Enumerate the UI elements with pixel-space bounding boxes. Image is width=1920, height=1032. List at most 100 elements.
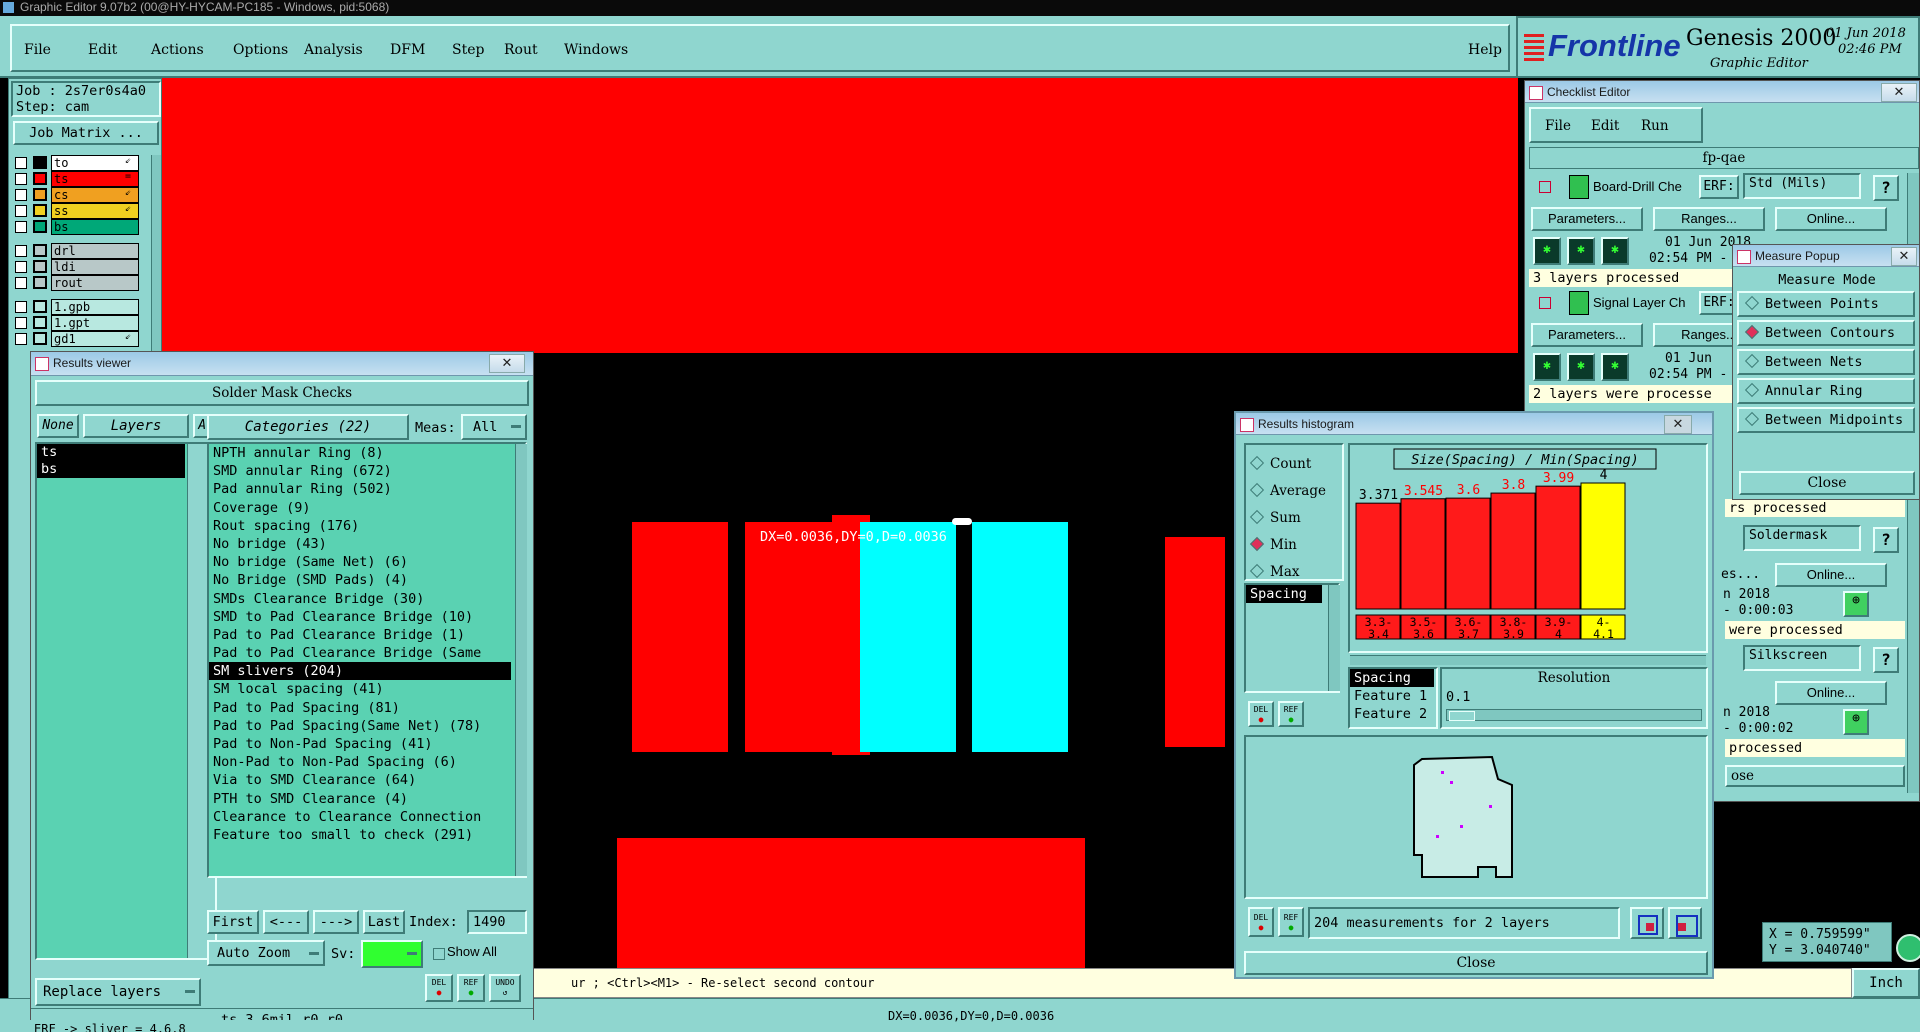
layer-row[interactable]: ss ⇙ xyxy=(13,203,149,219)
list-item[interactable]: bs xyxy=(37,461,185,478)
list-item[interactable]: Pad to Pad Spacing (81) xyxy=(209,699,511,717)
del-icon[interactable]: DEL ● xyxy=(425,974,453,1002)
layer-color-swatch[interactable] xyxy=(33,244,47,257)
help-icon[interactable]: ? xyxy=(1873,527,1899,553)
layer-row[interactable]: 1.gpt xyxy=(13,315,149,331)
field-list-scrollbar[interactable] xyxy=(1328,585,1340,691)
check-name[interactable]: Board-Drill Che xyxy=(1593,179,1682,194)
ranges-button[interactable]: Ranges... xyxy=(1653,207,1765,231)
categories-list[interactable]: NPTH annular Ring (8) SMD annular Ring (6… xyxy=(207,442,527,878)
run-step-icon[interactable]: ✱ xyxy=(1567,237,1595,265)
layer-row[interactable]: cs ⇙ xyxy=(13,187,149,203)
zoom-window-icon[interactable] xyxy=(1630,907,1664,939)
menu-rout[interactable]: Rout xyxy=(504,42,538,58)
stat-option[interactable]: Count xyxy=(1249,451,1342,478)
histogram-field-list[interactable]: Spacing xyxy=(1244,583,1340,693)
list-item[interactable]: SMD to Pad Clearance Bridge (10) xyxy=(209,608,511,626)
stat-option[interactable]: Min xyxy=(1249,532,1342,559)
erf-selector[interactable]: Silkscreen xyxy=(1743,645,1861,671)
measure-mode-option[interactable]: Between Nets xyxy=(1737,349,1915,375)
layer-checkbox[interactable] xyxy=(15,245,27,257)
layer-color-swatch[interactable] xyxy=(33,300,47,313)
measure-mode-option[interactable]: Between Points xyxy=(1737,291,1915,317)
erf-button[interactable]: ERF: xyxy=(1699,175,1739,199)
list-item[interactable]: Pad to Pad Clearance Bridge (1) xyxy=(209,626,511,644)
histogram-bar[interactable] xyxy=(1580,482,1626,610)
measure-mode-option[interactable]: Between Contours xyxy=(1737,320,1915,346)
menu-windows[interactable]: Windows xyxy=(564,42,628,58)
checklist-menu-file[interactable]: File xyxy=(1545,118,1571,134)
list-item[interactable]: SM local spacing (41) xyxy=(209,680,511,698)
auto-zoom-selector[interactable]: Auto Zoom xyxy=(207,940,325,966)
measure-close-button[interactable]: Close xyxy=(1739,471,1915,495)
sv-color-selector[interactable] xyxy=(361,940,423,968)
list-item[interactable]: PTH to SMD Clearance (4) xyxy=(209,790,511,808)
help-icon[interactable]: ? xyxy=(1873,175,1899,201)
histogram-bar[interactable] xyxy=(1445,497,1491,610)
layer-checkbox[interactable] xyxy=(15,301,27,313)
layer-checkbox[interactable] xyxy=(15,317,27,329)
layer-color-swatch[interactable] xyxy=(33,332,47,345)
feature-list[interactable]: Spacing Feature 1 Feature 2 xyxy=(1348,667,1438,729)
ref-icon[interactable]: REF ● xyxy=(457,974,485,1002)
list-item[interactable]: Coverage (9) xyxy=(209,499,511,517)
none-button[interactable]: None xyxy=(37,414,79,438)
list-item[interactable]: Pad annular Ring (502) xyxy=(209,480,511,498)
stat-option[interactable]: Average xyxy=(1249,478,1342,505)
layer-row[interactable]: gd1 ⇙ xyxy=(13,331,149,347)
online-button[interactable]: Online... xyxy=(1775,681,1887,705)
layer-color-swatch[interactable] xyxy=(33,204,47,217)
layer-row[interactable]: drl xyxy=(13,243,149,259)
list-item[interactable]: Feature 1 xyxy=(1350,687,1436,705)
close-icon[interactable]: ✕ xyxy=(1664,415,1692,434)
measure-mode-option[interactable]: Annular Ring xyxy=(1737,378,1915,404)
zoom-check-icon[interactable]: ⊕ xyxy=(1843,709,1869,735)
layer-color-swatch[interactable] xyxy=(33,316,47,329)
histogram-bar[interactable] xyxy=(1355,502,1401,610)
list-item[interactable]: Feature too small to check (291) xyxy=(209,826,511,844)
layer-row[interactable]: 1.gpb xyxy=(13,299,149,315)
layers-button[interactable]: Layers xyxy=(83,414,189,438)
menu-file[interactable]: File xyxy=(24,42,51,58)
menu-actions[interactable]: Actions xyxy=(151,42,204,58)
undo-icon[interactable]: UNDO ↺ xyxy=(489,974,521,1002)
stat-option[interactable]: Sum xyxy=(1249,505,1342,532)
list-item[interactable]: SM slivers (204) xyxy=(209,662,511,681)
list-item[interactable]: Spacing xyxy=(1350,669,1434,687)
run-icon[interactable]: ✱ xyxy=(1533,237,1561,265)
chart-hscrollbar[interactable] xyxy=(1350,655,1706,665)
layer-name[interactable]: rout xyxy=(51,275,139,291)
layer-name[interactable]: 1.gpb xyxy=(51,299,139,315)
preview-del-icon[interactable]: DEL ● xyxy=(1248,907,1274,937)
stat-option[interactable]: Max xyxy=(1249,559,1342,586)
measure-mode-option[interactable]: Between Midpoints xyxy=(1737,407,1915,433)
layer-name[interactable]: bs xyxy=(51,219,139,235)
menu-edit[interactable]: Edit xyxy=(88,42,117,58)
list-item[interactable]: Pad to Pad Spacing(Same Net) (78) xyxy=(209,717,511,735)
menu-step[interactable]: Step xyxy=(452,42,484,58)
hist-del-icon[interactable]: DEL ● xyxy=(1248,701,1274,727)
list-item[interactable]: No bridge (Same Net) (6) xyxy=(209,553,511,571)
last-button[interactable]: Last xyxy=(363,910,405,934)
zoom-indicator-icon[interactable] xyxy=(1896,934,1920,962)
list-item[interactable]: ts xyxy=(37,444,185,461)
ranges-partial[interactable]: es... xyxy=(1721,567,1760,582)
layer-name[interactable]: ldi xyxy=(51,259,139,275)
meas-selector[interactable]: All xyxy=(461,414,527,440)
close-icon[interactable]: ✕ xyxy=(489,354,525,373)
run-all-icon[interactable]: ✱ xyxy=(1601,353,1629,381)
layer-row[interactable]: ts = xyxy=(13,171,149,187)
layer-row[interactable]: ldi xyxy=(13,259,149,275)
layer-checkbox[interactable] xyxy=(15,333,27,345)
fit-window-icon[interactable] xyxy=(1668,907,1702,939)
check-enable-checkbox[interactable] xyxy=(1539,297,1551,309)
categories-scrollbar[interactable] xyxy=(515,444,527,876)
close-icon[interactable]: ✕ xyxy=(1881,83,1917,102)
list-item[interactable]: No bridge (43) xyxy=(209,535,511,553)
layer-name[interactable]: 1.gpt xyxy=(51,315,139,331)
replace-layers-selector[interactable]: Replace layers xyxy=(35,978,201,1006)
layer-checkbox[interactable] xyxy=(15,189,27,201)
menu-dfm[interactable]: DFM xyxy=(390,42,425,58)
layer-color-swatch[interactable] xyxy=(33,188,47,201)
menu-analysis[interactable]: Analysis xyxy=(304,42,363,58)
